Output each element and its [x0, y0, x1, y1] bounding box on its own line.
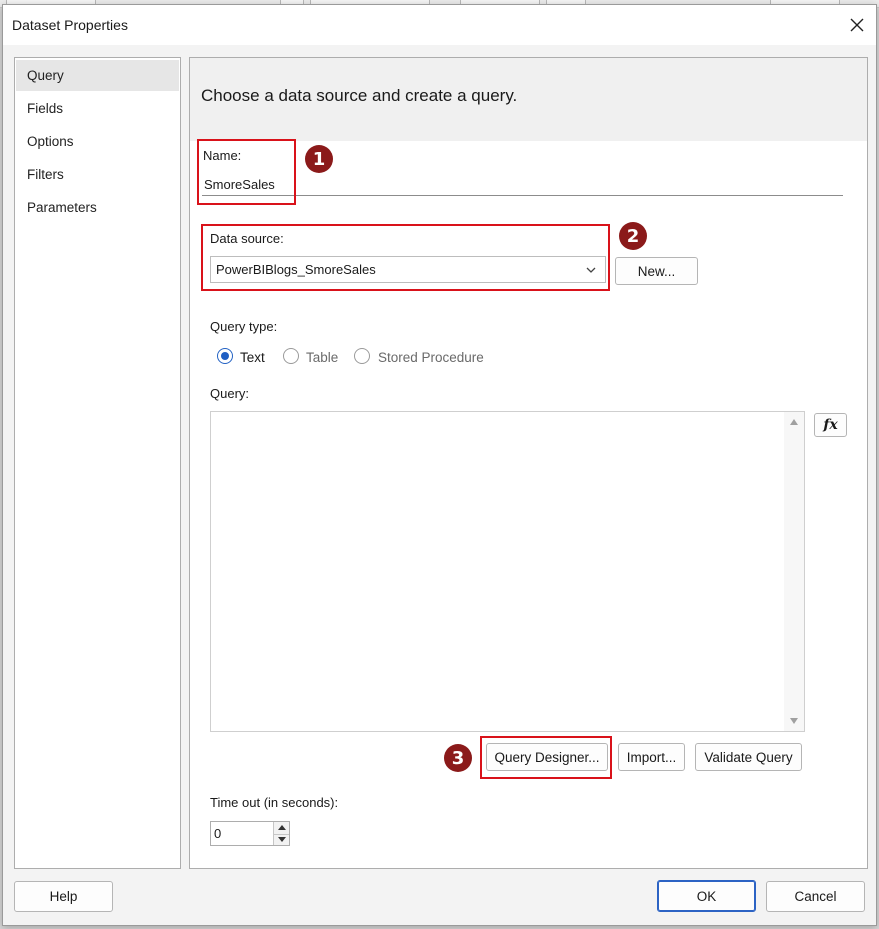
validate-query-button[interactable]: Validate Query: [695, 743, 802, 771]
expression-button[interactable]: fx: [814, 413, 847, 437]
help-button[interactable]: Help: [14, 881, 113, 912]
annotation-badge-3: 3: [444, 744, 472, 772]
scroll-down-icon[interactable]: [789, 717, 799, 725]
scroll-up-icon[interactable]: [789, 418, 799, 426]
dialog-title: Dataset Properties: [12, 17, 128, 33]
spin-down-icon: [277, 837, 286, 843]
query-label: Query:: [210, 386, 250, 401]
spin-down-button[interactable]: [274, 833, 289, 846]
spin-up-icon: [277, 825, 286, 831]
content-header-text: Choose a data source and create a query.: [201, 86, 518, 105]
annotation-box-1: [197, 139, 296, 205]
ok-button[interactable]: OK: [657, 880, 756, 912]
radio-table-label: Table: [306, 350, 339, 365]
content-pane: Choose a data source and create a query.…: [189, 57, 868, 869]
nav-item-filters[interactable]: Filters: [16, 159, 179, 190]
spin-up-button[interactable]: [274, 822, 289, 834]
radio-text-label: Text: [240, 350, 265, 365]
timeout-label: Time out (in seconds):: [210, 795, 339, 810]
timeout-spinbox[interactable]: 0: [210, 821, 290, 846]
cancel-button[interactable]: Cancel: [766, 881, 865, 912]
spin-buttons: [273, 822, 289, 845]
query-scrollbar[interactable]: [784, 412, 804, 731]
close-button[interactable]: [843, 11, 871, 39]
timeout-value: 0: [214, 826, 222, 841]
radio-stored-procedure-label: Stored Procedure: [378, 350, 484, 365]
new-datasource-button[interactable]: New...: [615, 257, 698, 285]
content-header: Choose a data source and create a query.: [190, 58, 867, 141]
radio-table[interactable]: [283, 348, 299, 364]
dialog-titlebar: Dataset Properties: [3, 5, 876, 45]
nav-item-fields[interactable]: Fields: [16, 93, 179, 124]
close-icon: [850, 18, 864, 32]
nav-pane: Query Fields Options Filters Parameters: [14, 57, 181, 869]
dataset-properties-dialog: Dataset Properties Query Fields Options …: [2, 4, 877, 926]
nav-item-query[interactable]: Query: [16, 60, 179, 91]
annotation-badge-2: 2: [619, 222, 647, 250]
query-type-label: Query type:: [210, 319, 278, 334]
annotation-box-3: [480, 736, 612, 779]
name-input[interactable]: [202, 174, 843, 196]
nav-item-options[interactable]: Options: [16, 126, 179, 157]
import-button[interactable]: Import...: [618, 743, 685, 771]
radio-stored-procedure[interactable]: [354, 348, 370, 364]
nav-item-parameters[interactable]: Parameters: [16, 192, 179, 223]
radio-text[interactable]: [217, 348, 233, 364]
annotation-box-2: [201, 224, 610, 291]
annotation-badge-1: 1: [305, 145, 333, 173]
query-textarea[interactable]: [210, 411, 805, 732]
